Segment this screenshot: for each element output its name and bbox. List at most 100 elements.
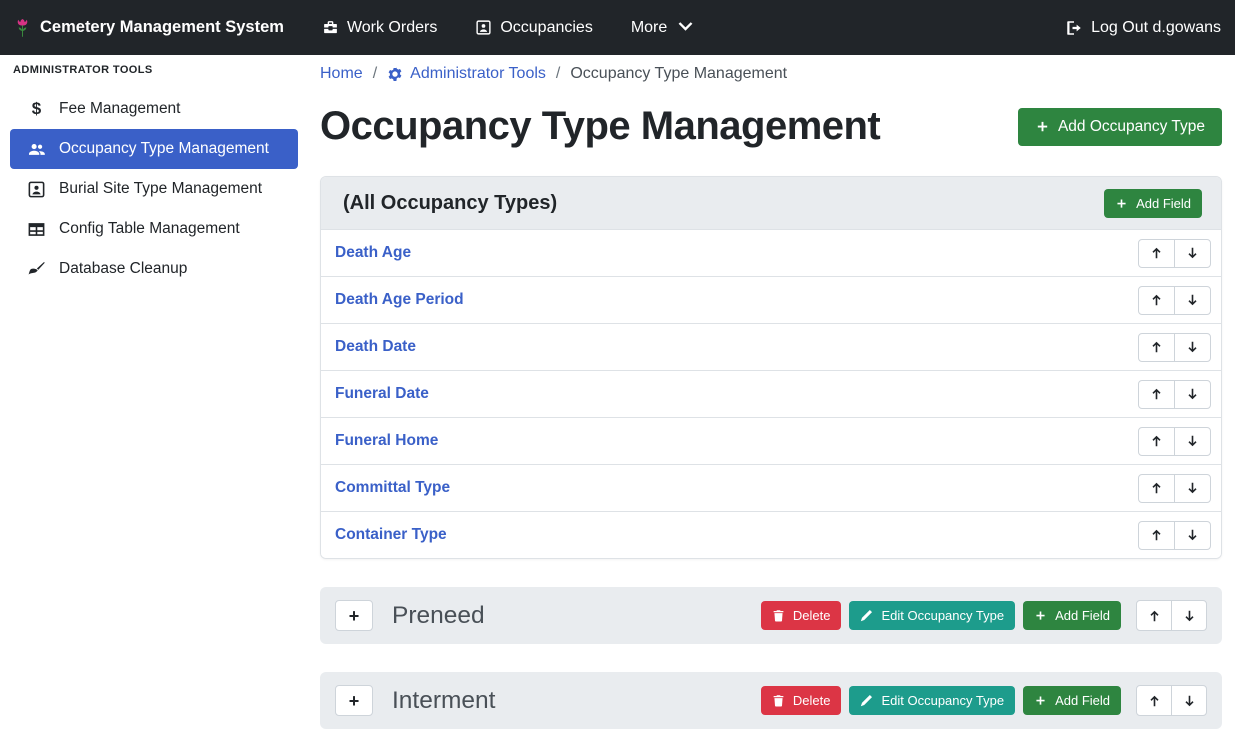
field-link-death-age[interactable]: Death Age (335, 244, 411, 262)
sidebar-item-fee-management[interactable]: $ Fee Management (10, 89, 298, 129)
all-occupancy-types-card: (All Occupancy Types) Add Field Death Ag… (320, 176, 1222, 559)
field-row: Death Age Period (321, 276, 1221, 323)
add-field-button[interactable]: Add Field (1023, 601, 1121, 630)
broom-icon (27, 260, 46, 279)
add-occupancy-type-label: Add Occupancy Type (1058, 118, 1205, 136)
field-link-death-date[interactable]: Death Date (335, 338, 416, 356)
arrow-up-icon (1150, 387, 1163, 401)
arrow-up-icon (1150, 481, 1163, 495)
field-row: Committal Type (321, 464, 1221, 511)
move-down-button[interactable] (1174, 239, 1211, 268)
section-actions: Delete Edit Occupancy Type Add Field (761, 685, 1207, 716)
move-up-button[interactable] (1138, 380, 1175, 409)
section-interment: + Interment Delete Edit Occupancy Type A… (320, 672, 1222, 729)
edit-occupancy-type-button[interactable]: Edit Occupancy Type (849, 601, 1015, 630)
nav-occupancies-label: Occupancies (500, 19, 593, 37)
arrow-down-icon (1186, 528, 1199, 542)
reorder-group (1138, 380, 1211, 409)
trash-icon (772, 694, 785, 707)
sidebar-item-config-table-management[interactable]: Config Table Management (10, 209, 298, 249)
move-down-button[interactable] (1174, 427, 1211, 456)
move-down-button[interactable] (1171, 600, 1207, 631)
arrow-down-icon (1183, 694, 1196, 708)
breadcrumb-home-link[interactable]: Home (320, 65, 363, 83)
move-up-button[interactable] (1138, 427, 1175, 456)
arrow-up-icon (1148, 609, 1161, 623)
arrow-down-icon (1186, 246, 1199, 260)
expand-button[interactable]: + (335, 600, 373, 631)
move-down-button[interactable] (1171, 685, 1207, 716)
move-down-button[interactable] (1174, 380, 1211, 409)
logout-link[interactable]: Log Out d.gowans (1065, 19, 1221, 37)
move-down-button[interactable] (1174, 474, 1211, 503)
nav-work-orders[interactable]: Work Orders (322, 19, 437, 37)
users-icon (27, 140, 46, 159)
breadcrumb-admin-tools-label: Administrator Tools (410, 65, 546, 83)
brand: Cemetery Management System (14, 14, 284, 41)
page-header: Occupancy Type Management Add Occupancy … (320, 104, 1222, 149)
sidebar-item-label: Database Cleanup (59, 260, 187, 278)
move-up-button[interactable] (1138, 521, 1175, 550)
delete-label: Delete (793, 608, 831, 623)
move-up-button[interactable] (1138, 474, 1175, 503)
move-down-button[interactable] (1174, 333, 1211, 362)
reorder-group (1138, 286, 1211, 315)
reorder-group (1138, 427, 1211, 456)
logout-icon (1065, 19, 1083, 37)
trash-icon (772, 609, 785, 622)
field-row: Death Date (321, 323, 1221, 370)
arrow-down-icon (1186, 481, 1199, 495)
reorder-group (1136, 685, 1207, 716)
main-content: Home / Administrator Tools / Occupancy T… (308, 55, 1235, 738)
edit-occupancy-type-button[interactable]: Edit Occupancy Type (849, 686, 1015, 715)
section-preneed: + Preneed Delete Edit Occupancy Type Add… (320, 587, 1222, 644)
sidebar-item-database-cleanup[interactable]: Database Cleanup (10, 249, 298, 289)
expand-button[interactable]: + (335, 685, 373, 716)
field-link-funeral-home[interactable]: Funeral Home (335, 432, 438, 450)
field-link-container-type[interactable]: Container Type (335, 526, 447, 544)
arrow-up-icon (1150, 434, 1163, 448)
nav-work-orders-label: Work Orders (347, 19, 437, 37)
logout-label: Log Out d.gowans (1091, 19, 1221, 37)
page-title: Occupancy Type Management (320, 104, 880, 149)
move-up-button[interactable] (1138, 286, 1175, 315)
move-up-button[interactable] (1138, 239, 1175, 268)
field-link-funeral-date[interactable]: Funeral Date (335, 385, 429, 403)
move-down-button[interactable] (1174, 286, 1211, 315)
delete-label: Delete (793, 693, 831, 708)
field-link-death-age-period[interactable]: Death Age Period (335, 291, 464, 309)
breadcrumb-admin-tools-link[interactable]: Administrator Tools (387, 65, 546, 83)
move-up-button[interactable] (1138, 333, 1175, 362)
add-field-button[interactable]: Add Field (1104, 189, 1202, 218)
pencil-icon (860, 694, 873, 707)
dollar-icon: $ (27, 99, 46, 119)
move-up-button[interactable] (1136, 600, 1172, 631)
plus-icon (1115, 197, 1128, 210)
delete-button[interactable]: Delete (761, 601, 842, 630)
pencil-icon (860, 609, 873, 622)
delete-button[interactable]: Delete (761, 686, 842, 715)
breadcrumb: Home / Administrator Tools / Occupancy T… (320, 65, 1222, 83)
arrow-up-icon (1150, 340, 1163, 354)
sidebar-item-occupancy-type-management[interactable]: Occupancy Type Management (10, 129, 298, 169)
arrow-up-icon (1150, 293, 1163, 307)
field-row: Death Age (321, 229, 1221, 276)
nav-more[interactable]: More (631, 19, 694, 37)
field-link-committal-type[interactable]: Committal Type (335, 479, 450, 497)
card-header: (All Occupancy Types) Add Field (321, 177, 1221, 229)
portrait-icon (27, 180, 46, 199)
page-layout: ADMINISTRATOR TOOLS $ Fee Management Occ… (0, 55, 1235, 738)
plus-icon (1034, 694, 1047, 707)
nav-more-label: More (631, 19, 667, 37)
brand-title: Cemetery Management System (40, 18, 284, 37)
add-field-button[interactable]: Add Field (1023, 686, 1121, 715)
section-actions: Delete Edit Occupancy Type Add Field (761, 600, 1207, 631)
move-down-button[interactable] (1174, 521, 1211, 550)
add-occupancy-type-button[interactable]: Add Occupancy Type (1018, 108, 1222, 146)
nav-links: Work Orders Occupancies More (322, 19, 694, 37)
sidebar-item-burial-site-type-management[interactable]: Burial Site Type Management (10, 169, 298, 209)
field-row: Funeral Home (321, 417, 1221, 464)
field-row: Funeral Date (321, 370, 1221, 417)
move-up-button[interactable] (1136, 685, 1172, 716)
nav-occupancies[interactable]: Occupancies (475, 19, 593, 37)
